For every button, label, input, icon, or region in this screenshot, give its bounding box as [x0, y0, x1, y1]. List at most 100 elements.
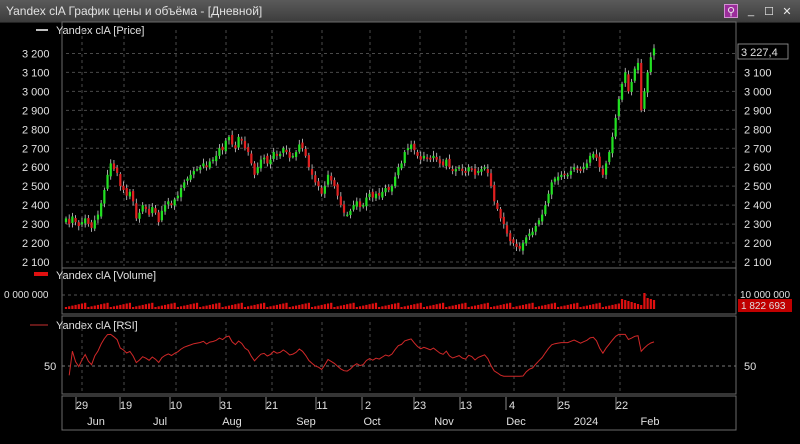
volume-bar: [525, 304, 528, 309]
candle-body: [160, 210, 163, 221]
candle-body: [461, 168, 464, 172]
candle-body: [413, 143, 416, 151]
volume-bar: [422, 307, 426, 309]
candle-body: [579, 168, 582, 172]
rsi-legend-label: Yandex clA [RSI]: [56, 320, 138, 332]
volume-bar: [560, 306, 563, 309]
candle-body: [346, 214, 349, 217]
volume-bar: [256, 304, 259, 309]
x-day-label: 19: [120, 400, 132, 412]
candle-body: [109, 163, 112, 177]
volume-bar: [499, 304, 502, 309]
volume-bar: [646, 298, 649, 309]
volume-bar: [547, 304, 550, 309]
volume-bar: [544, 304, 547, 309]
volume-bar: [253, 304, 256, 309]
volume-bar: [144, 304, 148, 309]
volume-bar: [259, 303, 263, 309]
volume-bar: [179, 306, 183, 309]
volume-bar: [202, 306, 205, 309]
candle-body: [122, 185, 125, 190]
volume-bar: [100, 304, 103, 309]
candle-body: [310, 169, 314, 175]
volume-bar: [425, 306, 429, 309]
candle-body: [400, 163, 403, 169]
candle-body: [336, 184, 339, 196]
candle-body: [595, 154, 598, 158]
volume-bar: [416, 303, 419, 309]
candle-body: [365, 197, 368, 207]
volume-bar: [365, 304, 368, 309]
x-day-label: 31: [220, 400, 232, 412]
candle-body: [339, 196, 342, 206]
price-tick-left: 2 600: [22, 162, 50, 174]
candle-body: [489, 173, 493, 187]
candle-body: [285, 149, 288, 153]
volume-bar: [195, 302, 199, 309]
candle-body: [614, 117, 617, 137]
volume-bar: [483, 303, 486, 309]
price-tick-right: 3 100: [744, 67, 772, 79]
candle-body: [422, 155, 426, 159]
volume-bar: [627, 301, 630, 309]
volume-bar: [147, 303, 151, 309]
candle-body: [288, 152, 291, 158]
volume-bar: [566, 304, 569, 309]
volume-bar: [355, 307, 358, 309]
candle-body: [116, 167, 119, 173]
candle-body: [467, 167, 470, 172]
volume-bar: [205, 305, 208, 309]
price-tick-right: 2 300: [744, 219, 772, 231]
volume-bar: [576, 302, 579, 309]
volume-bar: [160, 305, 163, 309]
volume-bar: [317, 305, 320, 309]
candle-body: [176, 195, 179, 199]
x-month-label: Jun: [87, 416, 105, 428]
volume-bar: [368, 304, 371, 309]
candle-body: [80, 222, 84, 225]
candle-body: [349, 210, 352, 215]
candle-body: [128, 191, 132, 197]
volume-bar: [275, 304, 279, 309]
candle-body: [291, 155, 295, 158]
candle-body: [601, 168, 604, 175]
volume-bar: [211, 304, 215, 309]
volume-bar: [125, 303, 128, 309]
candle-body: [387, 186, 390, 190]
candle-body: [512, 239, 515, 244]
candle-body: [243, 141, 247, 149]
volume-bar: [406, 305, 410, 309]
candle-body: [429, 157, 432, 160]
candle-body: [627, 74, 630, 92]
volume-bar: [263, 302, 266, 309]
volume-bar: [649, 299, 652, 309]
volume-bar: [218, 302, 221, 309]
volume-bar: [84, 302, 87, 309]
volume-bar: [272, 305, 275, 309]
price-tick-left: 3 000: [22, 86, 50, 98]
volume-bar: [122, 304, 125, 309]
volume-bar: [68, 306, 71, 309]
candle-body: [617, 98, 620, 117]
candle-body: [342, 204, 346, 213]
candle-body: [71, 216, 74, 223]
price-tick-right: 2 700: [744, 143, 772, 155]
candle-body: [141, 205, 144, 212]
volume-bar: [282, 303, 285, 309]
candle-body: [451, 169, 454, 172]
chart-canvas[interactable]: Yandex clA [Price] 3 200 3 100 3 000 2 900 2…: [0, 0, 800, 444]
volume-bar: [358, 306, 362, 309]
volume-bar: [410, 304, 413, 309]
volume-bar: [362, 305, 365, 309]
volume-legend-label: Yandex clA [Volume]: [56, 270, 156, 282]
candle-body: [93, 220, 96, 229]
candle-body: [231, 134, 234, 145]
candle-body: [582, 167, 585, 170]
candle-body: [477, 171, 480, 173]
candle-body: [585, 163, 589, 168]
volume-bar: [288, 307, 291, 309]
volume-bar: [151, 302, 154, 309]
candle-body: [269, 159, 272, 165]
volume-bar: [333, 307, 336, 309]
volume-bar: [119, 304, 122, 309]
